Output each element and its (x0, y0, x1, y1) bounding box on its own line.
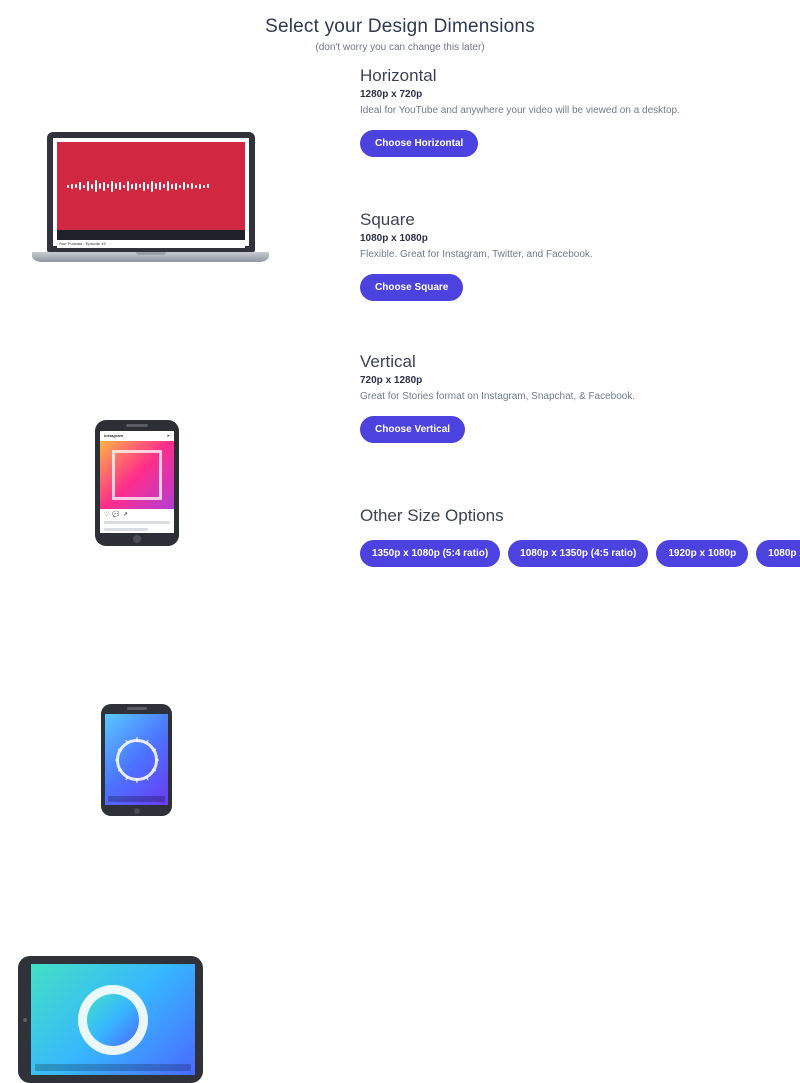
option-vertical-description: Great for Stories format on Instagram, S… (360, 390, 790, 404)
other-size-button-3[interactable]: 1080p x 1920p (756, 540, 800, 567)
option-horizontal-dimensions: 1280p x 720p (360, 89, 790, 100)
phone-vertical-illustration (101, 704, 172, 816)
tablet-illustration (18, 956, 203, 1083)
option-horizontal-title: Horizontal (360, 66, 790, 86)
option-vertical-dimensions: 720p x 1280p (360, 375, 790, 386)
option-square-description: Flexible. Great for Instagram, Twitter, … (360, 248, 790, 262)
choose-square-button[interactable]: Choose Square (360, 274, 463, 301)
other-size-button-1[interactable]: 1080p x 1350p (4:5 ratio) (508, 540, 648, 567)
phone-square-illustration: Instagram ➤ ♡ 💬 ↗ (95, 420, 179, 546)
other-sizes-title: Other Size Options (360, 506, 790, 526)
choose-vertical-button[interactable]: Choose Vertical (360, 416, 465, 443)
option-square-dimensions: 1080p x 1080p (360, 233, 790, 244)
page-subtitle: (don't worry you can change this later) (0, 42, 800, 53)
instagram-label: Instagram (104, 433, 123, 438)
page-title: Select your Design Dimensions (0, 16, 800, 38)
laptop-illustration: Your Podcast - Episode 45 (32, 132, 269, 264)
send-icon: ➤ (167, 433, 170, 438)
comment-icon: 💬 (112, 511, 119, 518)
option-horizontal-description: Ideal for YouTube and anywhere your vide… (360, 104, 790, 118)
audio-ring-icon (112, 735, 162, 785)
share-icon: ↗ (123, 511, 128, 518)
laptop-caption: Your Podcast - Episode 45 (57, 240, 245, 248)
other-size-button-2[interactable]: 1920p x 1080p (656, 540, 748, 567)
other-size-button-0[interactable]: 1350p x 1080p (5:4 ratio) (360, 540, 500, 567)
choose-horizontal-button[interactable]: Choose Horizontal (360, 130, 478, 157)
option-vertical-title: Vertical (360, 352, 790, 372)
heart-icon: ♡ (104, 511, 109, 518)
option-square-title: Square (360, 210, 790, 230)
